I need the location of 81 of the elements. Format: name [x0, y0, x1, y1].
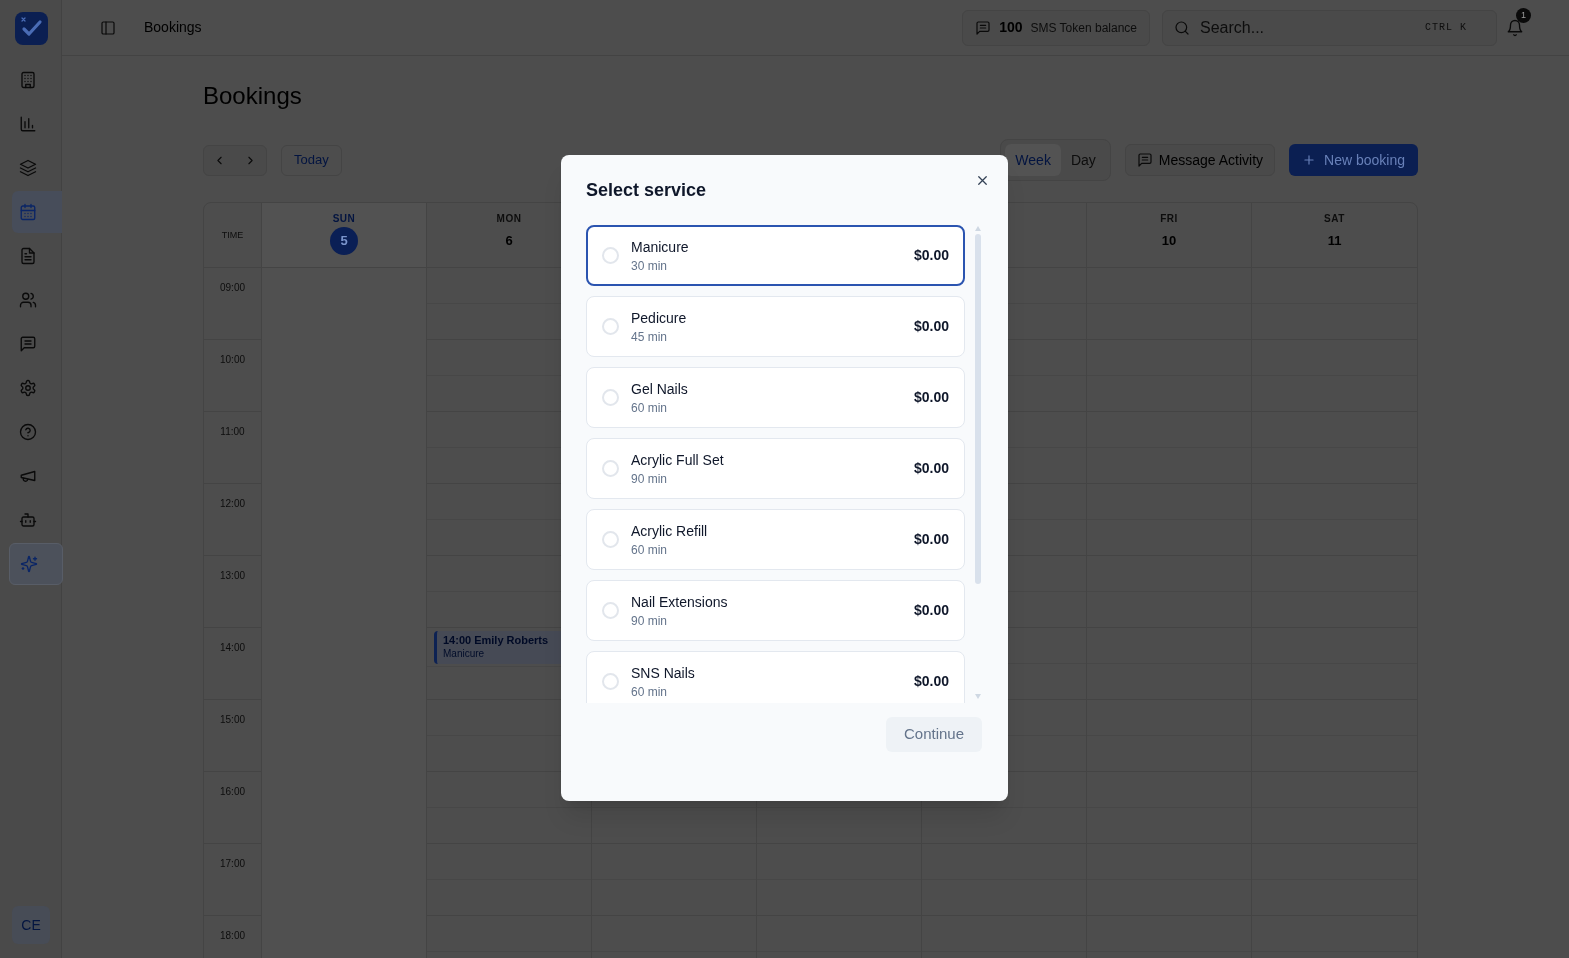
service-option[interactable]: Gel Nails 60 min $0.00 — [586, 367, 965, 428]
time-label: 13:00 — [220, 570, 245, 581]
sms-label: SMS Token balance — [1030, 19, 1137, 37]
service-option[interactable]: SNS Nails 60 min $0.00 — [586, 651, 965, 703]
page-title: Bookings — [144, 18, 202, 37]
service-price: $0.00 — [913, 388, 949, 407]
service-price: $0.00 — [913, 246, 949, 265]
day-number: 10 — [1161, 232, 1177, 251]
settings-icon — [19, 379, 37, 397]
radio-button[interactable] — [602, 460, 619, 477]
message-icon — [975, 19, 992, 36]
radio-button[interactable] — [602, 389, 619, 406]
service-duration: 60 min — [631, 399, 669, 416]
time-label: 12:00 — [220, 498, 245, 509]
service-duration: 60 min — [631, 683, 669, 700]
service-name: Acrylic Refill — [631, 521, 709, 540]
service-duration: 45 min — [631, 328, 669, 345]
service-price: $0.00 — [913, 530, 949, 549]
day-number: 6 — [505, 232, 513, 251]
robot-icon — [19, 511, 37, 529]
service-name: SNS Nails — [631, 663, 696, 682]
message-icon — [19, 335, 37, 353]
day-number: 11 — [1327, 232, 1342, 251]
bar-chart-icon — [19, 115, 37, 133]
notification-badge: 1 — [1516, 7, 1531, 23]
service-price: $0.00 — [913, 459, 949, 478]
document-icon — [19, 247, 37, 265]
sidebar-item[interactable] — [12, 191, 62, 233]
booking-title: 14:00 Emily Roberts — [443, 633, 550, 647]
day-number: 5 — [330, 227, 358, 255]
radio-button[interactable] — [602, 247, 619, 264]
plus-icon — [1302, 153, 1317, 167]
service-option[interactable]: Acrylic Full Set 90 min $0.00 — [586, 438, 965, 499]
service-name: Gel Nails — [631, 379, 689, 398]
bell-icon — [1506, 18, 1524, 37]
users-icon — [19, 291, 37, 309]
service-option[interactable]: Acrylic Refill 60 min $0.00 — [586, 509, 965, 570]
day-name: SAT — [1324, 212, 1345, 226]
logo-icon[interactable] — [15, 11, 48, 45]
building-icon — [19, 71, 37, 89]
page-heading: Bookings — [203, 81, 303, 111]
service-option[interactable]: Nail Extensions 90 min $0.00 — [586, 580, 965, 641]
service-duration: 60 min — [631, 541, 669, 558]
time-label: 14:00 — [220, 642, 245, 653]
radio-button[interactable] — [602, 673, 619, 690]
service-duration: 30 min — [631, 257, 669, 274]
radio-button[interactable] — [602, 602, 619, 619]
service-duration: 90 min — [631, 470, 669, 487]
service-price: $0.00 — [913, 601, 949, 620]
help-icon — [19, 423, 37, 441]
search-icon — [1174, 19, 1190, 36]
radio-button[interactable] — [602, 318, 619, 335]
service-price: $0.00 — [913, 317, 949, 336]
service-name: Nail Extensions — [631, 592, 729, 611]
calendar-icon — [19, 203, 37, 221]
service-duration: 90 min — [631, 612, 669, 629]
sparkles-icon — [20, 555, 38, 573]
shortcut-hint: CTRL K — [1425, 21, 1467, 34]
booking-service: Manicure — [443, 647, 486, 660]
time-label: 11:00 — [220, 426, 245, 437]
service-price: $0.00 — [913, 672, 949, 691]
new-booking-button[interactable]: New booking — [1289, 144, 1418, 176]
service-option[interactable]: Manicure 30 min $0.00 — [586, 225, 965, 286]
column-heading: TIME — [221, 229, 244, 241]
service-name: Manicure — [631, 237, 690, 256]
panel-left-icon — [100, 19, 116, 36]
radio-button[interactable] — [602, 531, 619, 548]
time-label: 16:00 — [220, 786, 245, 797]
sidebar-item[interactable] — [9, 543, 63, 585]
service-name: Acrylic Full Set — [631, 450, 725, 469]
day-name: SUN — [332, 212, 356, 226]
day-name: MON — [496, 212, 522, 226]
time-label: 15:00 — [220, 714, 245, 725]
layers-icon — [19, 159, 37, 177]
sms-count: 100 — [999, 18, 1023, 37]
message-icon — [1136, 152, 1153, 168]
time-label: 18:00 — [220, 930, 245, 941]
service-name: Pedicure — [631, 308, 688, 327]
day-name: FRI — [1160, 212, 1178, 226]
dialog-title: Select service — [586, 179, 707, 202]
service-option[interactable]: Pedicure 45 min $0.00 — [586, 296, 965, 357]
